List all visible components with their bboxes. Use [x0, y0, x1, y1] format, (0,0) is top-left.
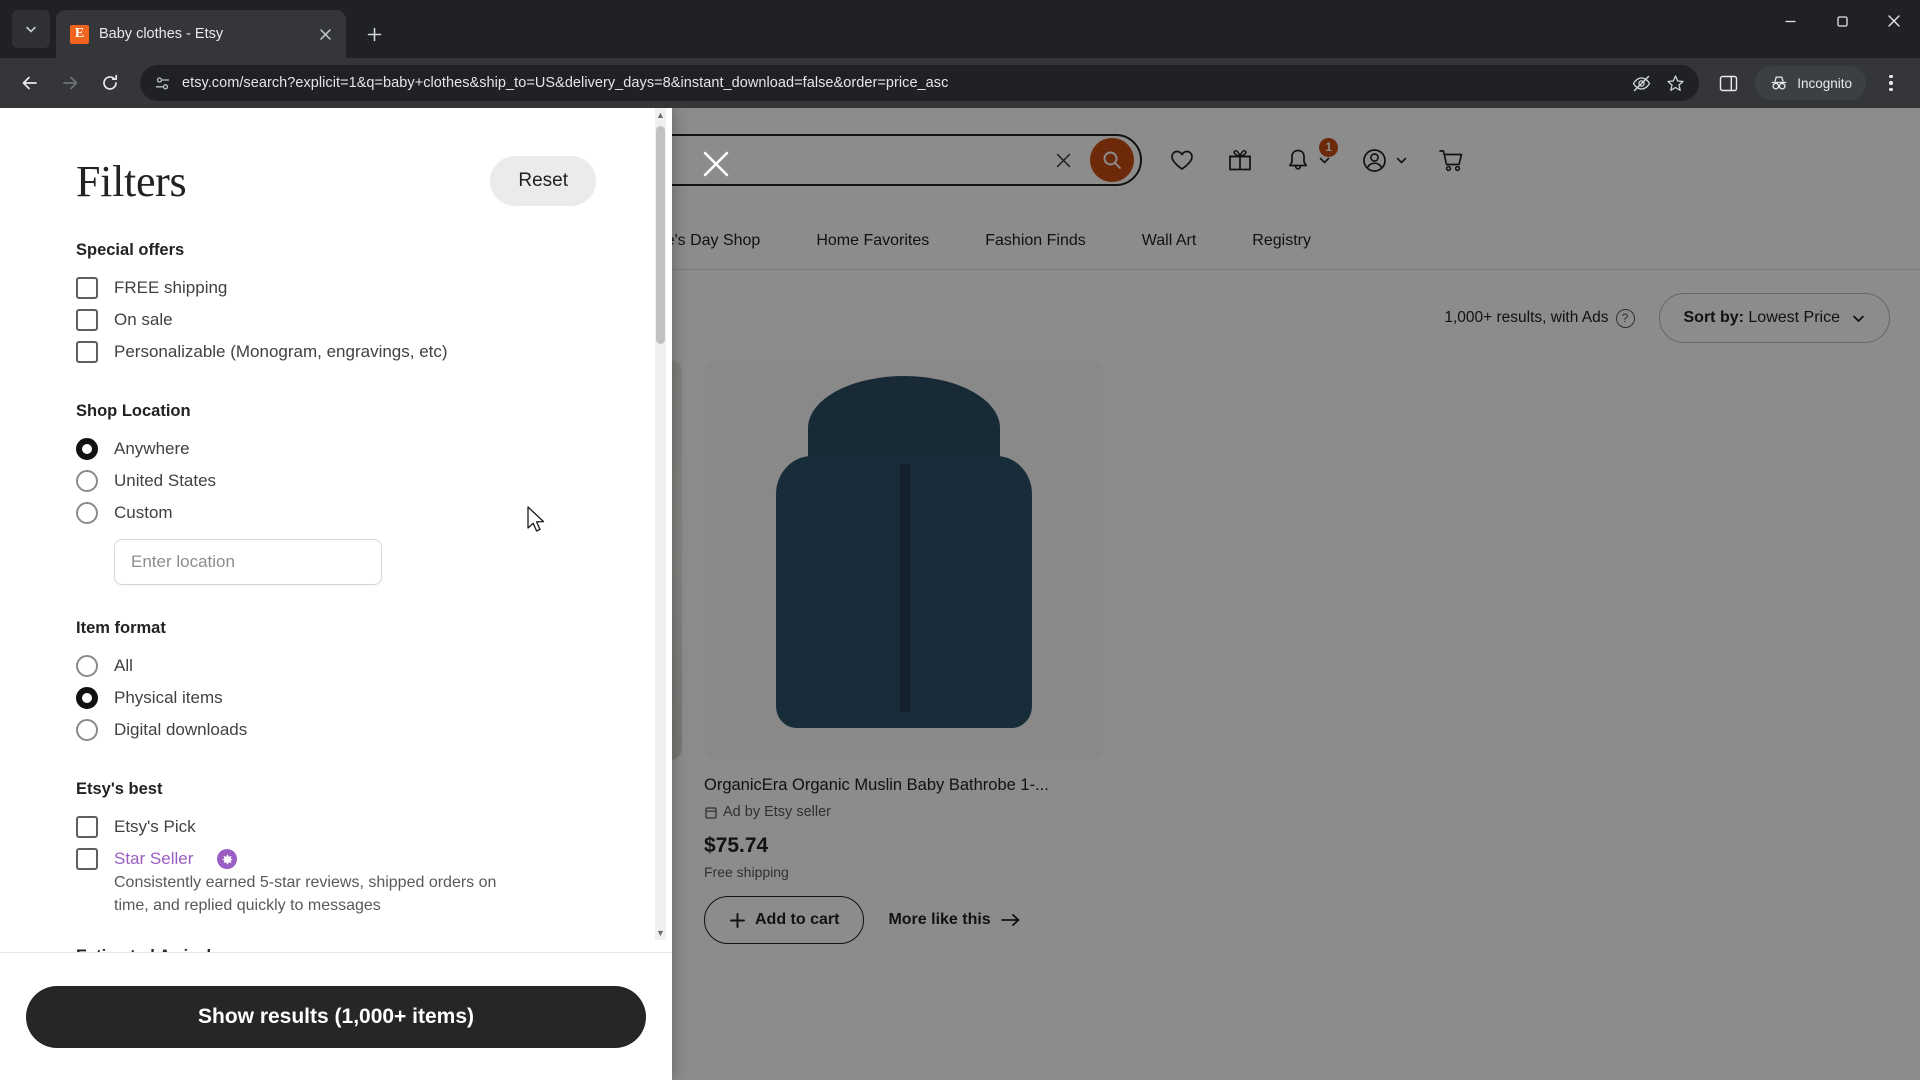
filter-group-special-offers: Special offers FREE shipping On sale Per…: [76, 241, 596, 368]
filter-option-label: Physical items: [114, 688, 223, 707]
filter-option-on-sale[interactable]: On sale: [76, 304, 596, 336]
filter-group-title: Etsy's best: [76, 780, 163, 798]
incognito-indicator[interactable]: Incognito: [1755, 66, 1866, 100]
browser-window: E Baby clothes - Etsy etsy.com/search?ex…: [0, 0, 1920, 1080]
filters-scrollbar[interactable]: ▲ ▼: [655, 108, 666, 940]
tab-strip: E Baby clothes - Etsy: [0, 0, 1920, 58]
radio-icon[interactable]: [76, 719, 98, 741]
kebab-dot: [1889, 81, 1893, 85]
minimize-button[interactable]: [1764, 0, 1816, 42]
scrollbar-thumb[interactable]: [656, 126, 665, 344]
scroll-down-arrow-icon[interactable]: ▼: [656, 928, 665, 938]
filters-modal: Filters Reset Special offers FREE shippi…: [0, 108, 672, 1080]
filter-option-all[interactable]: All: [76, 650, 596, 682]
bookmark-star-icon[interactable]: [1666, 74, 1685, 93]
filters-header: Filters Reset: [76, 156, 596, 207]
chevron-down-icon: [26, 26, 36, 33]
filters-title: Filters: [76, 157, 187, 206]
split-view-button[interactable]: [1711, 66, 1745, 100]
checkbox-icon[interactable]: [76, 341, 98, 363]
filter-option-label: Star Seller: [114, 849, 194, 868]
omnibox-actions: [1631, 73, 1685, 94]
forward-button[interactable]: [52, 65, 88, 101]
location-input[interactable]: Enter location: [114, 539, 382, 585]
checkbox-icon[interactable]: [76, 277, 98, 299]
filter-group-item-format: Item format All Physical items Digital d…: [76, 619, 596, 746]
back-button[interactable]: [12, 65, 48, 101]
tab-search-dropdown-button[interactable]: [12, 10, 50, 48]
filter-group-title-estimated-arrival: Estimated Arrival: [76, 947, 596, 952]
filter-option-label: Custom: [114, 503, 173, 522]
filter-option-custom[interactable]: Custom: [76, 497, 596, 529]
radio-icon[interactable]: [76, 655, 98, 677]
filter-group-title: Special offers: [76, 241, 185, 259]
checkbox-icon[interactable]: [76, 816, 98, 838]
radio-icon[interactable]: [76, 502, 98, 524]
filter-option-label: Digital downloads: [114, 720, 248, 739]
filter-option-label: Personalizable (Monogram, engravings, et…: [114, 342, 448, 361]
etsy-favicon-icon: E: [70, 24, 89, 44]
filter-option-label: All: [114, 656, 133, 675]
filters-scroll-area: Filters Reset Special offers FREE shippi…: [0, 108, 672, 952]
checkbox-icon[interactable]: [76, 848, 98, 870]
plus-icon: [367, 27, 381, 41]
filter-option-united-states[interactable]: United States: [76, 465, 596, 497]
forward-arrow-icon: [63, 76, 78, 90]
filters-footer: Show results (1,000+ items): [0, 952, 672, 1080]
filter-option-label: On sale: [114, 310, 173, 329]
filter-option-star-seller[interactable]: Star Seller: [76, 843, 596, 870]
maximize-icon: [1836, 15, 1848, 27]
filter-group-etsys-best: Etsy's best Etsy's Pick Star Seller Cons…: [76, 780, 596, 917]
filter-option-label: FREE shipping: [114, 278, 228, 297]
minimize-icon: [1785, 20, 1795, 22]
filter-option-digital-downloads[interactable]: Digital downloads: [76, 714, 596, 746]
show-results-button[interactable]: Show results (1,000+ items): [26, 985, 646, 1048]
incognito-icon: [1771, 76, 1787, 90]
kebab-dot: [1889, 87, 1893, 92]
filter-group-shop-location: Shop Location Anywhere United States Cus…: [76, 402, 596, 585]
reload-icon: [103, 74, 118, 90]
back-arrow-icon: [22, 76, 37, 90]
filter-option-label: United States: [114, 471, 217, 490]
filter-group-title: Item format: [76, 619, 166, 637]
page-viewport: Etsy: [0, 108, 1920, 1080]
tab-title: Baby clothes - Etsy: [99, 26, 224, 42]
filter-option-label: Anywhere: [114, 439, 190, 458]
scroll-up-arrow-icon[interactable]: ▲: [656, 110, 665, 120]
close-icon: [1888, 15, 1900, 27]
close-window-button[interactable]: [1868, 0, 1920, 42]
browser-toolbar: etsy.com/search?explicit=1&q=baby+clothe…: [0, 58, 1920, 108]
filter-option-free-shipping[interactable]: FREE shipping: [76, 272, 596, 304]
filter-option-etsys-pick[interactable]: Etsy's Pick: [76, 811, 596, 843]
maximize-button[interactable]: [1816, 0, 1868, 42]
reload-button[interactable]: [92, 65, 128, 101]
reset-filters-button[interactable]: Reset: [490, 156, 596, 206]
radio-icon-selected[interactable]: [76, 687, 98, 709]
radio-icon-selected[interactable]: [76, 438, 98, 460]
star-seller-badge-icon: [217, 849, 238, 869]
filter-group-title: Shop Location: [76, 402, 191, 420]
new-tab-button[interactable]: [356, 16, 392, 52]
star-seller-description: Consistently earned 5-star reviews, ship…: [114, 874, 497, 914]
browser-tab[interactable]: E Baby clothes - Etsy: [56, 10, 346, 58]
address-bar[interactable]: etsy.com/search?explicit=1&q=baby+clothe…: [140, 65, 1700, 101]
close-modal-icon[interactable]: [700, 148, 732, 180]
filter-option-physical-items[interactable]: Physical items: [76, 682, 596, 714]
url-text: etsy.com/search?explicit=1&q=baby+clothe…: [182, 75, 949, 91]
site-settings-icon[interactable]: [152, 73, 172, 93]
chrome-menu-button[interactable]: [1874, 66, 1908, 100]
filter-option-anywhere[interactable]: Anywhere: [76, 433, 596, 465]
filter-option-personalizable[interactable]: Personalizable (Monogram, engravings, et…: [76, 336, 596, 368]
filter-option-label: Etsy's Pick: [114, 817, 196, 836]
radio-icon[interactable]: [76, 470, 98, 492]
checkbox-icon[interactable]: [76, 309, 98, 331]
incognito-label: Incognito: [1797, 75, 1852, 91]
panel-icon: [1719, 75, 1737, 91]
tracking-protection-icon[interactable]: [1631, 73, 1652, 94]
kebab-dot: [1889, 74, 1893, 79]
window-controls: [1764, 0, 1920, 58]
close-tab-icon[interactable]: [314, 23, 336, 45]
